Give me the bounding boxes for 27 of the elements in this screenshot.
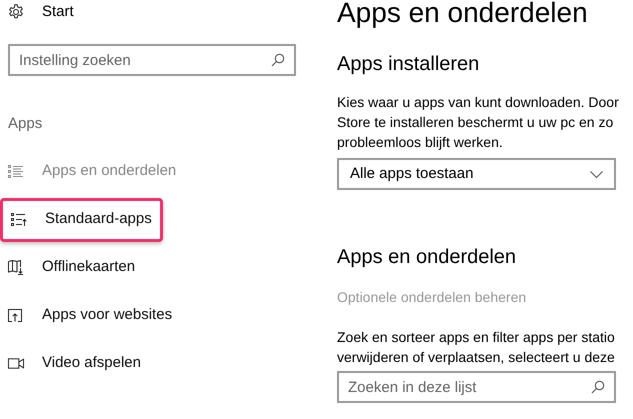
- nav-item[interactable]: Offlinekaarten: [0, 246, 144, 290]
- upload-icon: [8, 309, 22, 322]
- nav-item[interactable]: Apps voor websites: [0, 294, 180, 338]
- description-line: verwijderen of verplaatsen, selecteert u deze: [337, 348, 616, 367]
- search-icon: [271, 53, 285, 67]
- nav-item[interactable]: Video afspelen: [0, 342, 149, 386]
- description-line: probleemloos blijft werken.: [337, 133, 504, 152]
- description-line: Kies waar u apps van kunt downloaden. Door: [337, 93, 620, 112]
- list-icon: [8, 164, 24, 178]
- map-icon: [8, 260, 24, 275]
- list-icon: [11, 212, 27, 226]
- section-heading: Apps en onderdelen: [337, 245, 518, 270]
- settings-icon: [8, 4, 24, 20]
- search-field[interactable]: Instelling zoeken: [8, 44, 296, 76]
- search-field[interactable]: Zoeken in deze lijst: [337, 371, 616, 403]
- video-camera-icon: [8, 358, 24, 369]
- nav-item[interactable]: Standaard-apps: [0, 198, 163, 242]
- section-heading: Apps: [8, 114, 44, 134]
- dropdown[interactable]: Alle apps toestaan: [337, 158, 616, 190]
- section-heading: Apps installeren: [337, 52, 480, 77]
- home-nav-item[interactable]: Start: [8, 0, 320, 24]
- description-line: Store te installeren beschermt u uw pc en zo: [337, 113, 614, 132]
- nav-item[interactable]: Apps en onderdelen: [0, 150, 184, 194]
- page-title: Apps en onderdelen: [337, 0, 589, 29]
- chevron-down-icon: [590, 170, 603, 178]
- search-icon: [591, 380, 605, 394]
- description-line: Zoek en sorteer apps en filter apps per statio: [337, 328, 616, 347]
